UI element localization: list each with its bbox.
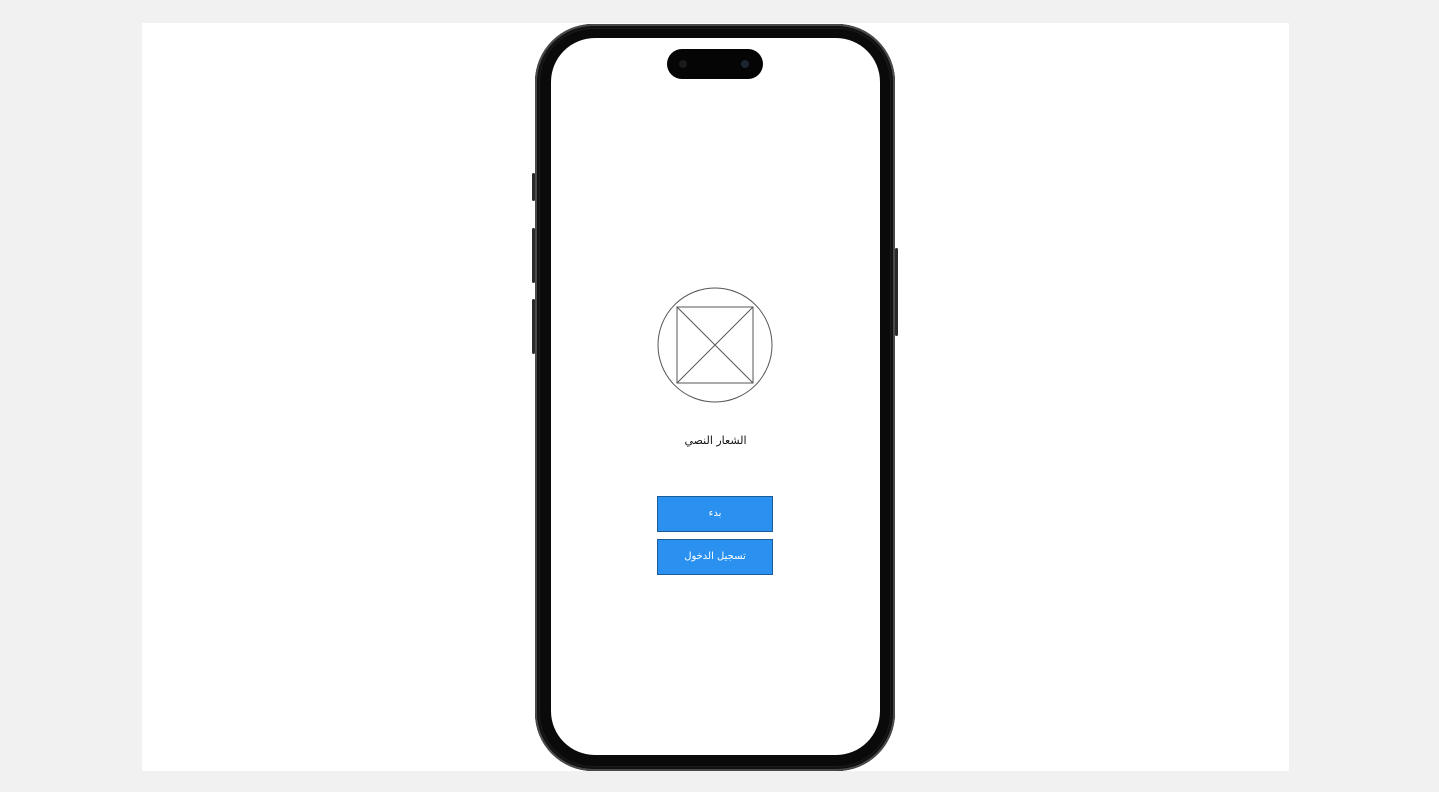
phone-power-button: [895, 248, 898, 336]
login-button[interactable]: تسجيل الدخول: [657, 539, 773, 575]
phone-frame: الشعار النصي بدء تسجيل الدخول: [535, 24, 895, 771]
sensor-icon: [679, 60, 687, 68]
camera-icon: [741, 60, 749, 68]
dynamic-island: [667, 49, 763, 79]
image-placeholder-icon: [657, 287, 773, 403]
brand-text-logo: الشعار النصي: [684, 434, 747, 447]
logo-image-placeholder: [657, 287, 773, 403]
phone-screen: الشعار النصي بدء تسجيل الدخول: [551, 38, 880, 755]
start-button[interactable]: بدء: [657, 496, 773, 532]
wireframe-canvas: الشعار النصي بدء تسجيل الدخول: [142, 23, 1289, 771]
